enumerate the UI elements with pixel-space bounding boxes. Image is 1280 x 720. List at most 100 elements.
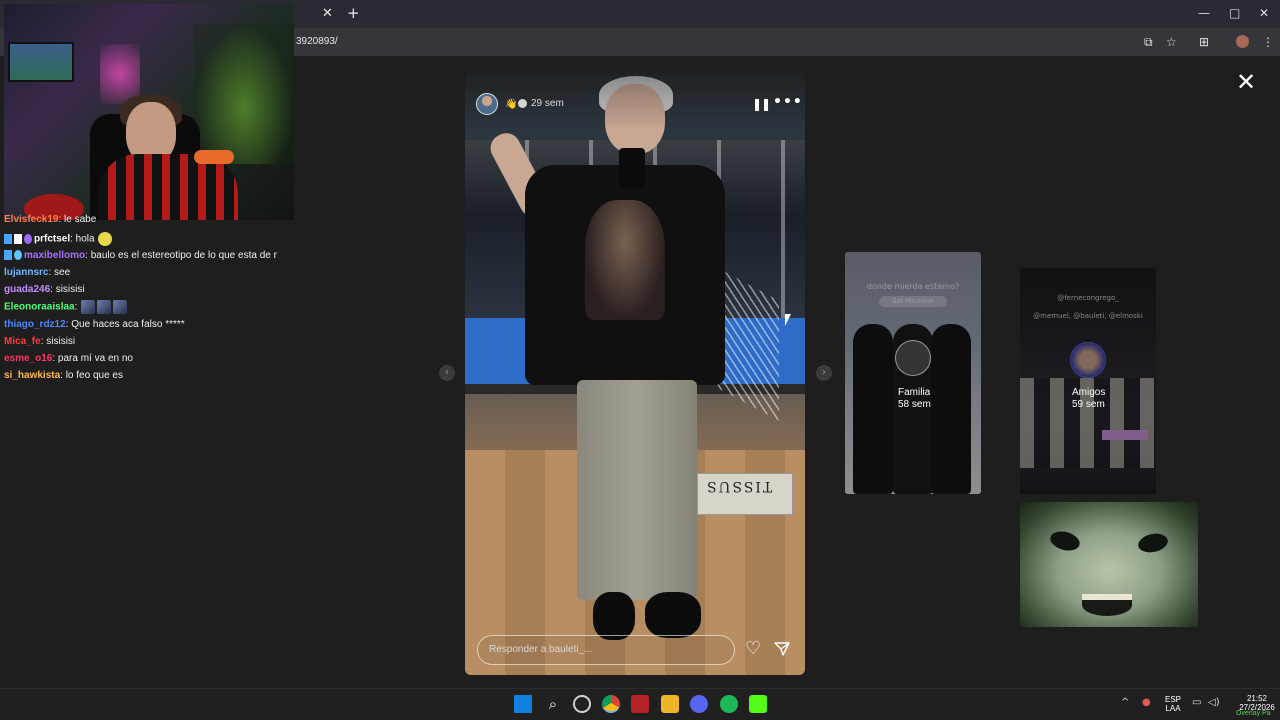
chat-message: maxibellomo: baulo es el estereotipo de … xyxy=(4,250,277,261)
smiling-cat-overlay xyxy=(1020,502,1198,627)
chat-text: : hola xyxy=(70,233,95,245)
chat-message: prfctsel: hola xyxy=(4,232,113,246)
profile-avatar[interactable] xyxy=(1236,35,1249,48)
microphone-icon[interactable]: ● xyxy=(1142,697,1151,708)
spotify-icon[interactable] xyxy=(720,695,738,713)
wave-emoji: 👋 xyxy=(505,99,518,110)
verified-badge-icon xyxy=(518,99,527,108)
keyboard-layout: LAA xyxy=(1165,704,1181,713)
chat-message: lujannsrc: see xyxy=(4,267,70,278)
story-timestamp: 29 sem xyxy=(531,98,564,109)
highlight-title: Amigos xyxy=(1072,387,1106,398)
install-app-icon[interactable]: ⧉ xyxy=(1144,35,1153,50)
tray-chevron-icon[interactable]: ^ xyxy=(1121,697,1129,708)
chat-username: prfctsel xyxy=(34,233,71,245)
chat-message: Elvisfeck19: le sabe xyxy=(4,214,96,225)
volume-icon[interactable]: ◁) xyxy=(1208,697,1220,708)
webcam-overlay xyxy=(4,4,294,220)
chat-message: si_hawkista: lo feo que es xyxy=(4,370,123,381)
chat-username: Mica_fe xyxy=(4,336,41,347)
overlay-label: Overlay Pa xyxy=(1236,710,1271,717)
display-icon[interactable]: ▭ xyxy=(1192,697,1201,708)
chat-username: Eleonoraaislaa xyxy=(4,301,75,313)
phone-shape xyxy=(619,148,645,188)
language-indicator[interactable]: ESP LAA xyxy=(1162,695,1184,713)
chat-username: lujannsrc xyxy=(4,267,49,278)
maximize-button[interactable]: □ xyxy=(1229,6,1240,20)
obs-icon[interactable] xyxy=(573,695,591,713)
highlight-title: Familia xyxy=(898,387,931,398)
pause-button[interactable]: ❚❚ xyxy=(752,97,771,111)
emote-icon xyxy=(113,300,128,314)
chat-text: : sisisisi xyxy=(40,336,76,347)
chat-text: : le sabe xyxy=(58,214,97,225)
plant-shape xyxy=(194,24,294,164)
chat-text: : para mí va en no xyxy=(52,353,133,364)
cat-eye xyxy=(1136,531,1170,555)
person-shoe xyxy=(645,592,701,638)
mouse-cursor xyxy=(785,314,791,326)
discord-icon[interactable] xyxy=(690,695,708,713)
highlight-amigos[interactable]: @fernecongrego_ @memuel, @bauleti, @elmo… xyxy=(1020,268,1156,494)
search-icon[interactable]: ⌕ xyxy=(544,695,562,713)
reply-placeholder: Responder a bauleti_... xyxy=(489,644,593,655)
next-story-button[interactable]: › xyxy=(816,365,832,381)
person-pants xyxy=(577,380,697,600)
language-code: ESP xyxy=(1164,695,1181,704)
highlight-age: 58 sem xyxy=(898,399,931,410)
close-viewer-button[interactable]: ✕ xyxy=(1234,70,1258,95)
chat-text: : see xyxy=(48,267,71,278)
chat-username: thiago_rdz12 xyxy=(4,319,66,330)
windows-start-icon[interactable] xyxy=(514,695,532,713)
folder-icon[interactable] xyxy=(661,695,679,713)
story-card[interactable]: TISSUS 👋 29 sem ❚❚ ••• Responder a baule… xyxy=(465,70,805,675)
highlight-age: 59 sem xyxy=(1072,399,1105,410)
chat-text: : sisisisi xyxy=(50,284,85,295)
previous-story-button[interactable]: ‹ xyxy=(439,365,455,381)
badge-icon xyxy=(14,250,22,261)
window-close-button[interactable]: ✕ xyxy=(1259,6,1269,20)
microphone-shape xyxy=(194,150,234,164)
new-tab-button[interactable]: + xyxy=(347,4,360,22)
box-label: TISSUS xyxy=(705,478,773,494)
chat-username: guada246 xyxy=(4,284,51,295)
story-avatar[interactable] xyxy=(476,93,498,115)
highlight-avatar xyxy=(895,340,931,376)
emote-icon xyxy=(98,232,113,246)
chat-username: Elvisfeck19 xyxy=(4,214,59,225)
screen: ✕ + — □ ✕ 3920893/ ⧉ ☆ ⊞ ⋮ Elvisfeck19: … xyxy=(0,0,1280,720)
extensions-icon[interactable]: ⊞ xyxy=(1199,35,1209,49)
more-options-button[interactable]: ••• xyxy=(773,94,803,110)
chat-text: : Que haces aca falso ***** xyxy=(65,319,185,330)
kick-icon[interactable] xyxy=(749,695,767,713)
emote-icon xyxy=(97,300,112,314)
chat-username: esme_o16 xyxy=(4,353,53,364)
badge-icon xyxy=(24,234,32,244)
url-text[interactable]: 3920893/ xyxy=(296,36,338,47)
badge-icon xyxy=(4,250,12,261)
close-icon[interactable]: ✕ xyxy=(322,6,333,21)
chat-message: guada246: sisisisi xyxy=(4,284,85,295)
shirt-print xyxy=(585,200,665,320)
pink-light-shape xyxy=(100,44,140,104)
send-icon[interactable] xyxy=(774,642,790,656)
badge-icon xyxy=(14,234,22,244)
chrome-icon[interactable] xyxy=(602,695,620,713)
chat-text: : baulo es el estereotipo de lo que esta… xyxy=(85,250,277,261)
chat-text: : lo feo que es xyxy=(60,370,123,381)
minimize-button[interactable]: — xyxy=(1198,6,1210,20)
bookmark-star-icon[interactable]: ☆ xyxy=(1166,35,1177,49)
browser-tab[interactable] xyxy=(294,0,346,28)
chat-message: thiago_rdz12: Que haces aca falso ***** xyxy=(4,319,185,330)
chat-message: Mica_fe: sisisisi xyxy=(4,336,75,347)
chat-username: maxibellomo xyxy=(24,250,86,261)
person-shoe xyxy=(593,592,635,640)
menu-kebab-icon[interactable]: ⋮ xyxy=(1262,35,1274,49)
preview-dim xyxy=(1020,268,1156,494)
chat-message: Eleonoraaislaa: xyxy=(4,300,128,314)
app-icon[interactable] xyxy=(631,695,649,713)
cat-mouth xyxy=(1082,594,1132,616)
chat-username: si_hawkista xyxy=(4,370,61,381)
heart-icon[interactable]: ♡ xyxy=(745,640,761,658)
cat-eye xyxy=(1048,528,1082,554)
